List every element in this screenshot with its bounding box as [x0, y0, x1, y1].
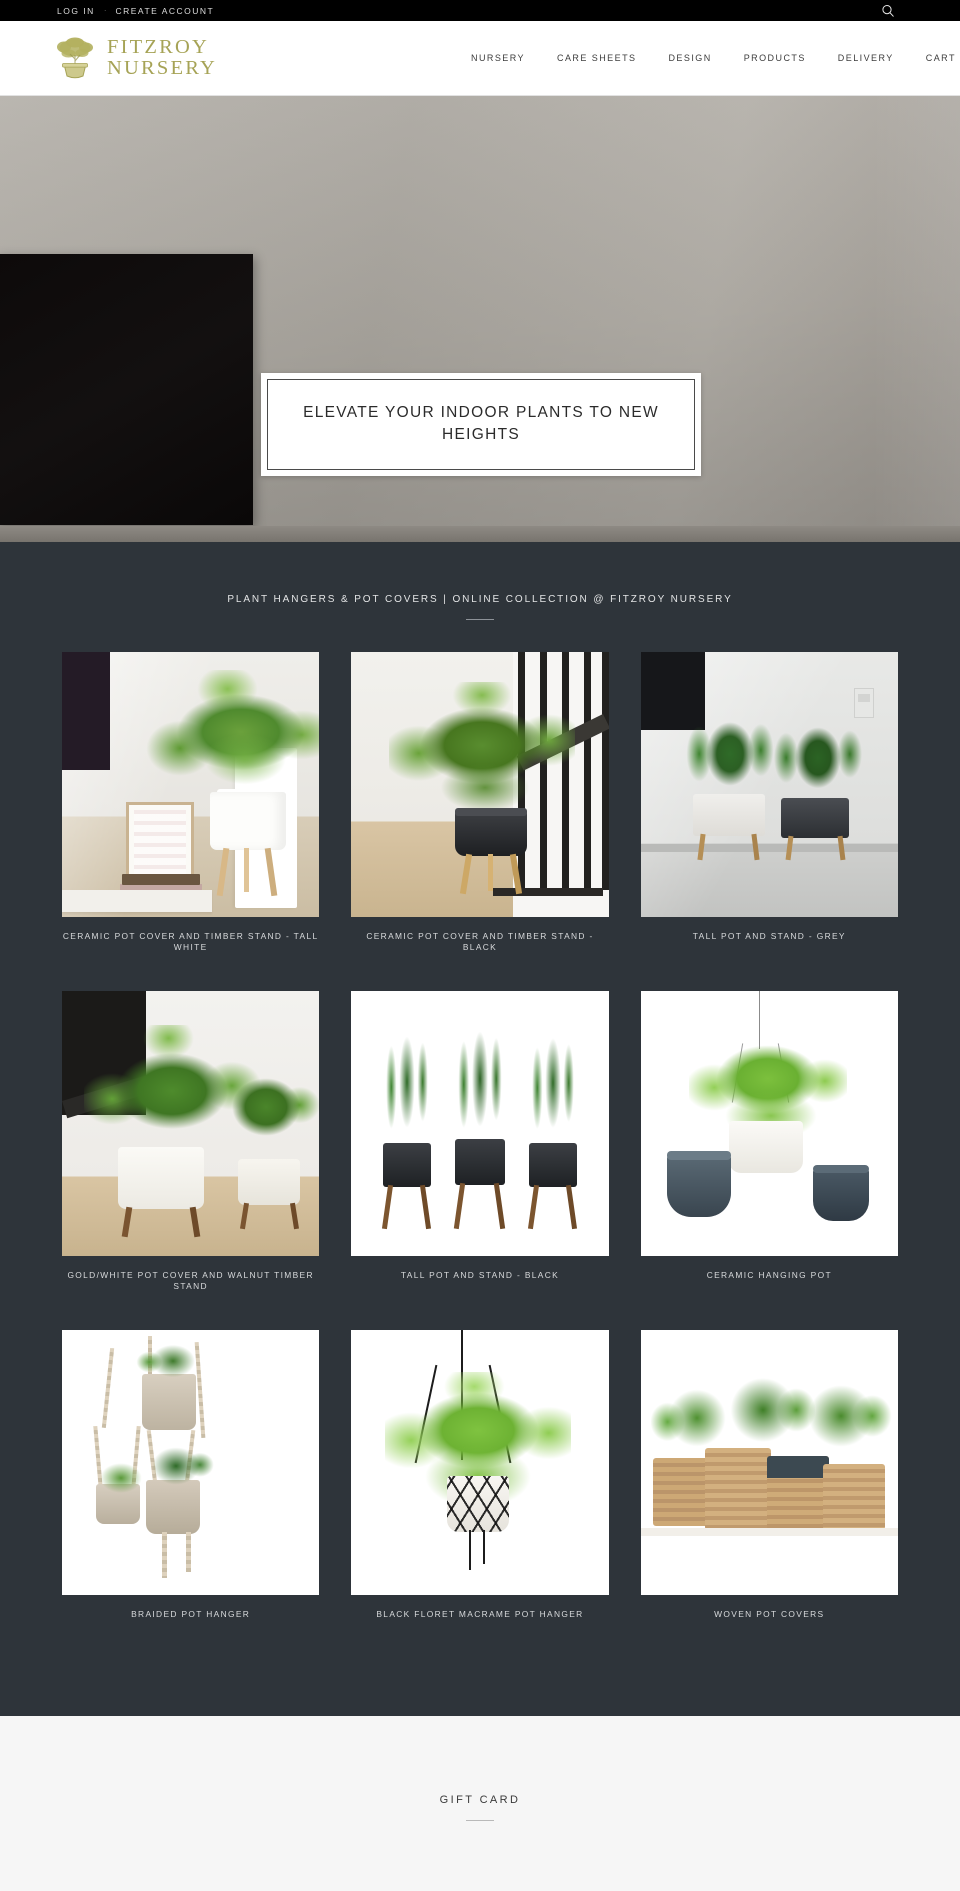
bonsai-tree-icon	[53, 35, 97, 81]
hero-floor-edge	[0, 526, 960, 542]
top-utility-bar: LOG IN · CREATE ACCOUNT	[0, 0, 960, 21]
product-image-ceramic-pot-cover-black	[351, 652, 609, 917]
product-image-black-floret-macrame-pot-hanger	[351, 1329, 609, 1595]
product-caption: CERAMIC POT COVER AND TIMBER STAND - BLA…	[366, 931, 594, 952]
hero-caption-inner: ELEVATE YOUR INDOOR PLANTS TO NEW HEIGHT…	[267, 379, 695, 470]
search-icon[interactable]	[880, 3, 896, 19]
nav-item-products[interactable]: PRODUCTS	[728, 53, 822, 63]
logo-line-2: NURSERY	[107, 57, 217, 79]
account-links: LOG IN · CREATE ACCOUNT	[0, 6, 214, 16]
product-image-ceramic-pot-cover-tall-white	[62, 652, 320, 917]
site-header: FITZROY NURSERY NURSERY CARE SHEETS DESI…	[0, 21, 960, 96]
product-image-tall-pot-and-stand-black	[351, 990, 609, 1256]
gift-card-divider	[466, 1819, 494, 1821]
product-caption: WOVEN POT COVERS	[714, 1608, 825, 1619]
hero-headline: ELEVATE YOUR INDOOR PLANTS TO NEW HEIGHT…	[303, 404, 659, 444]
product-caption: TALL POT AND STAND - GREY	[692, 931, 846, 941]
heading-divider	[466, 619, 494, 620]
gift-card-section: GIFT CARD	[0, 1715, 960, 1891]
hero-light-edge	[872, 96, 960, 542]
link-separator: ·	[103, 6, 107, 15]
product-image-tall-pot-and-stand-grey	[640, 652, 898, 917]
gift-card-title: GIFT CARD	[439, 1793, 521, 1806]
product-card[interactable]: WOVEN POT COVERS	[640, 1329, 898, 1620]
product-image-gold-white-pot-cover-walnut-stand	[62, 990, 320, 1256]
product-caption: GOLD/WHITE POT COVER AND WALNUT TIMBER S…	[67, 1269, 314, 1291]
create-account-link[interactable]: CREATE ACCOUNT	[115, 6, 214, 16]
collection-heading: PLANT HANGERS & POT COVERS | ONLINE COLL…	[227, 594, 733, 605]
nav-item-cart[interactable]: CART	[910, 53, 960, 63]
product-caption: BRAIDED POT HANGER	[131, 1608, 251, 1619]
product-image-braided-pot-hanger	[62, 1329, 320, 1595]
product-card[interactable]: CERAMIC POT COVER AND TIMBER STAND - TAL…	[62, 652, 320, 953]
product-card[interactable]: CERAMIC HANGING POT	[640, 990, 898, 1292]
product-card[interactable]: BLACK FLORET MACRAME POT HANGER	[351, 1329, 609, 1620]
product-image-woven-pot-covers	[640, 1329, 898, 1595]
site-logo[interactable]: FITZROY NURSERY	[0, 35, 217, 81]
product-card[interactable]: BRAIDED POT HANGER	[62, 1329, 320, 1620]
hero-dark-artwork-panel	[0, 254, 253, 525]
product-card[interactable]: TALL POT AND STAND - GREY	[640, 652, 898, 953]
product-caption: TALL POT AND STAND - BLACK	[400, 1269, 560, 1280]
log-in-link[interactable]: LOG IN	[57, 6, 95, 16]
nav-item-design[interactable]: DESIGN	[652, 53, 727, 63]
product-caption: CERAMIC POT COVER AND TIMBER STAND - TAL…	[62, 931, 319, 952]
hero-caption-box[interactable]: ELEVATE YOUR INDOOR PLANTS TO NEW HEIGHT…	[261, 373, 701, 476]
product-grid: CERAMIC POT COVER AND TIMBER STAND - TAL…	[62, 652, 898, 1620]
product-caption: CERAMIC HANGING POT	[706, 1269, 832, 1280]
product-caption: BLACK FLORET MACRAME POT HANGER	[376, 1608, 584, 1619]
collection-section: PLANT HANGERS & POT COVERS | ONLINE COLL…	[0, 542, 960, 1716]
product-card[interactable]: TALL POT AND STAND - BLACK	[351, 990, 609, 1292]
product-card[interactable]: CERAMIC POT COVER AND TIMBER STAND - BLA…	[351, 652, 609, 953]
nav-item-delivery[interactable]: DELIVERY	[822, 53, 910, 63]
nav-item-nursery[interactable]: NURSERY	[455, 53, 541, 63]
product-card[interactable]: GOLD/WHITE POT COVER AND WALNUT TIMBER S…	[62, 990, 320, 1292]
hero-banner: ELEVATE YOUR INDOOR PLANTS TO NEW HEIGHT…	[0, 96, 960, 542]
logo-wordmark: FITZROY NURSERY	[107, 37, 217, 79]
nav-item-care-sheets[interactable]: CARE SHEETS	[541, 53, 652, 63]
main-navigation: NURSERY CARE SHEETS DESIGN PRODUCTS DELI…	[455, 53, 960, 63]
product-image-ceramic-hanging-pot	[640, 990, 898, 1256]
logo-line-1: FITZROY	[107, 36, 209, 58]
